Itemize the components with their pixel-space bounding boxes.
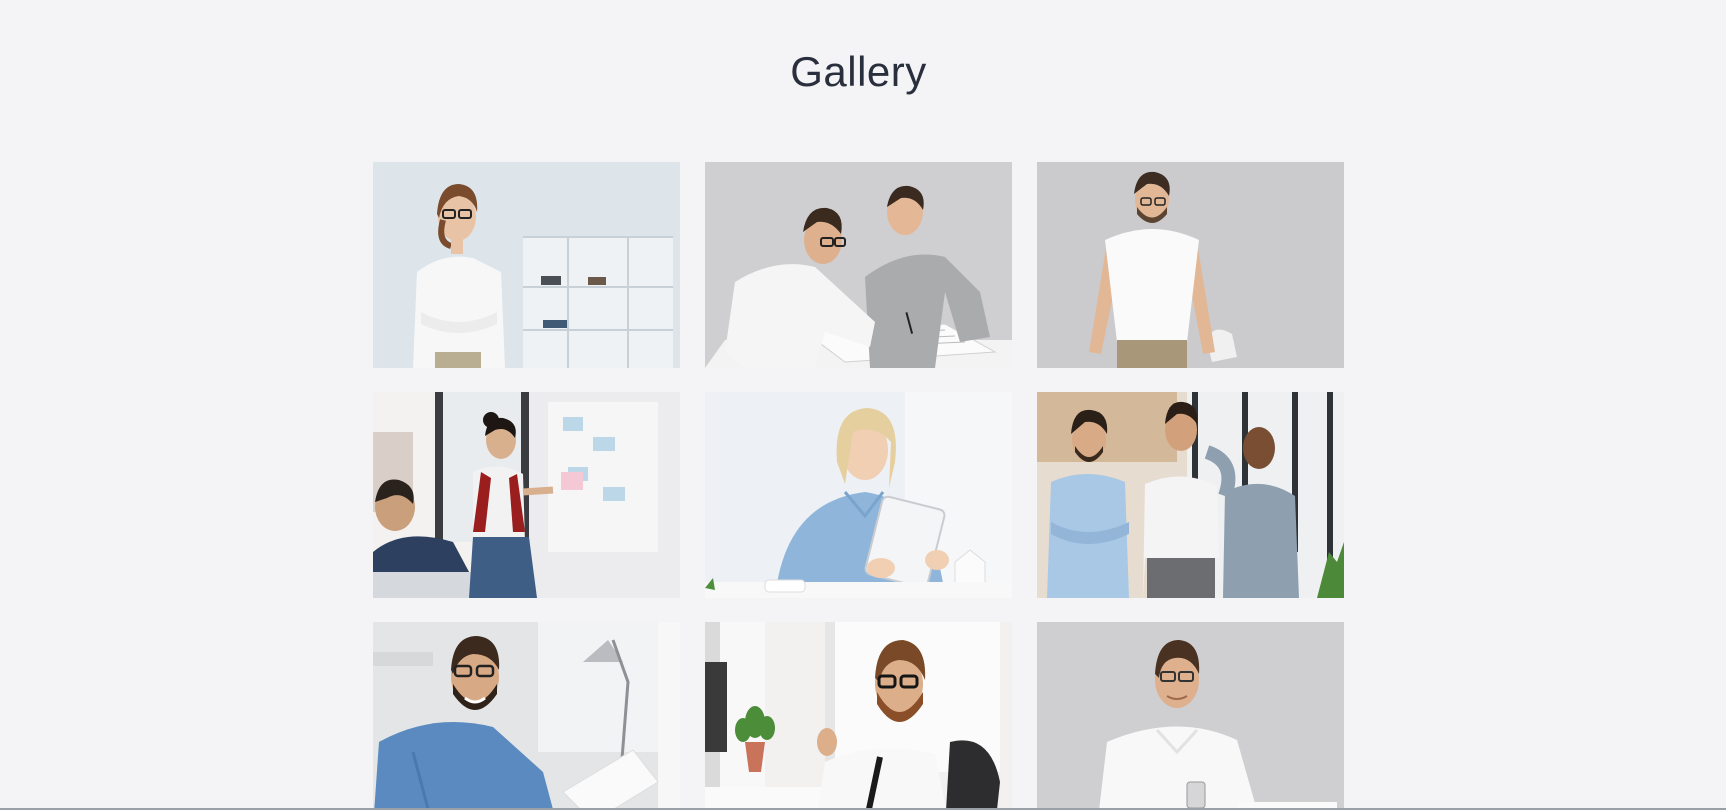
blonde-woman-tablet-photo	[705, 392, 1012, 598]
gallery-page: Gallery	[0, 0, 1726, 810]
woman-arms-crossed-photo	[373, 162, 680, 368]
gallery-tile[interactable]	[1037, 162, 1344, 368]
gallery-tile[interactable]	[1037, 622, 1344, 810]
three-men-standing-photo	[1037, 392, 1344, 598]
gallery-grid	[373, 162, 1346, 810]
gallery-tile[interactable]	[373, 392, 680, 598]
man-white-shirt-phone-photo	[1037, 622, 1344, 810]
gallery-tile[interactable]	[373, 162, 680, 368]
page-title: Gallery	[790, 48, 927, 95]
woman-presenting-board-photo	[373, 392, 680, 598]
gallery-tile[interactable]	[705, 622, 1012, 810]
man-white-tshirt-photo	[1037, 162, 1344, 368]
gallery-tile[interactable]	[1037, 392, 1344, 598]
gallery-tile[interactable]	[373, 622, 680, 810]
two-men-reviewing-plans-photo	[705, 162, 1012, 368]
bearded-man-office-chair-photo	[705, 622, 1012, 810]
gallery-tile[interactable]	[705, 162, 1012, 368]
man-denim-shirt-desk-photo	[373, 622, 680, 810]
gallery-tile[interactable]	[705, 392, 1012, 598]
